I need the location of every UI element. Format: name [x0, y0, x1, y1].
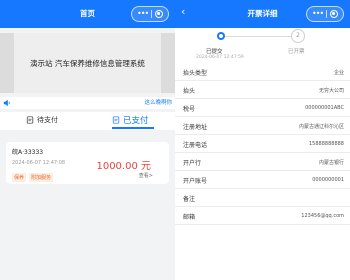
order-amount: 1000.00 元 [96, 161, 151, 172]
invoice-fields: 抬头类型 企业 抬头 无穷大公司 税号 000000001ABC 注册地址 内蒙… [175, 63, 350, 225]
tab-paid-label: 已支付 [123, 116, 149, 126]
banner-slide[interactable]: 演示站 汽车保养维修信息管理系统 [14, 33, 161, 93]
order-plate: 皖A·33333 [12, 149, 44, 156]
field-label: 备注 [183, 196, 196, 203]
step-1-time: 2024-06-07 12:47:59 [196, 55, 244, 60]
field-label: 注册地址 [183, 124, 208, 131]
order-time: 2024-06-07 12:47:08 [12, 160, 66, 166]
close-target-icon[interactable] [155, 10, 163, 18]
mini-program-capsule[interactable]: ••• [306, 6, 344, 22]
field-tax-number: 税号 000000001ABC [175, 99, 350, 117]
step-1-dot [217, 32, 225, 40]
active-tab-indicator [112, 127, 154, 129]
field-label: 注册电话 [183, 142, 208, 149]
order-tabs: 待支付 已支付 [0, 112, 175, 130]
notice-text: 这么晚啊你 [144, 100, 172, 106]
field-value: 0000000001 [312, 176, 344, 183]
tab-pending-label: 待支付 [37, 116, 58, 124]
field-title-type: 抬头类型 企业 [175, 63, 350, 81]
nav-bar: 首页 ••• [0, 0, 175, 28]
field-email: 邮箱 123456@qq.com [175, 207, 350, 225]
nav-bar: ‹ 开票详细 ••• [175, 0, 350, 28]
field-value: 15888888888 [309, 140, 344, 147]
view-detail-link[interactable]: 查看> [139, 172, 153, 179]
field-label: 抬头 [183, 88, 196, 95]
field-title: 抬头 无穷大公司 [175, 81, 350, 99]
field-label: 税号 [183, 106, 196, 113]
field-label: 邮箱 [183, 214, 196, 221]
field-registered-address: 注册地址 内蒙古通辽科尔沁区 [175, 117, 350, 135]
capsule-divider [326, 10, 327, 18]
mini-program-capsule[interactable]: ••• [131, 6, 169, 22]
field-label: 开户账号 [183, 178, 208, 185]
close-target-icon[interactable] [330, 10, 338, 18]
invoice-detail-screen: ‹ 开票详细 ••• 2 已提交 2024-06-07 12:47:59 已开票… [175, 0, 350, 280]
field-value: 123456@qq.com [301, 212, 344, 219]
step-2-dot: 2 [291, 29, 305, 43]
home-screen: 首页 ••• 演示站 汽车保养维修信息管理系统 这么晚啊你 待支付 已支付 皖A… [0, 0, 175, 280]
field-registered-phone: 注册电话 15888888888 [175, 135, 350, 153]
notice-bar[interactable]: 这么晚啊你 [0, 97, 175, 109]
capsule-divider [151, 10, 152, 18]
banner-text: 演示站 汽车保养维修信息管理系统 [30, 58, 145, 68]
step-connector [221, 36, 297, 37]
field-bank: 开户行 内蒙古银行 [175, 153, 350, 171]
field-value: 内蒙古通辽科尔沁区 [298, 123, 344, 130]
document-icon [26, 116, 34, 124]
step-2-label: 已开票 [288, 49, 305, 55]
field-label: 开户行 [183, 160, 202, 167]
field-value: 无穷大公司 [318, 87, 344, 94]
order-tags: 保养 附加服务 [12, 173, 56, 182]
field-value: 000000001ABC [305, 104, 344, 111]
speaker-icon [3, 99, 10, 107]
tab-paid[interactable]: 已支付 [112, 114, 149, 126]
step-1-label: 已提交 [206, 49, 223, 55]
service-tag: 保养 [12, 173, 27, 182]
more-icon[interactable]: ••• [137, 8, 149, 20]
invoice-steps: 2 已提交 2024-06-07 12:47:59 已开票 [175, 28, 350, 63]
tab-pending[interactable]: 待支付 [26, 115, 58, 125]
field-value: 内蒙古银行 [318, 159, 344, 166]
document-icon [112, 116, 120, 124]
field-remark: 备注 [175, 189, 350, 207]
field-value: 企业 [333, 69, 344, 76]
field-bank-account: 开户账号 0000000001 [175, 171, 350, 189]
order-card[interactable]: 皖A·33333 2024-06-07 12:47:08 1000.00 元 保… [6, 142, 169, 184]
banner-carousel[interactable]: 演示站 汽车保养维修信息管理系统 [0, 33, 175, 93]
field-label: 抬头类型 [183, 70, 208, 77]
more-icon[interactable]: ••• [312, 8, 324, 20]
service-tag: 附加服务 [29, 173, 54, 182]
